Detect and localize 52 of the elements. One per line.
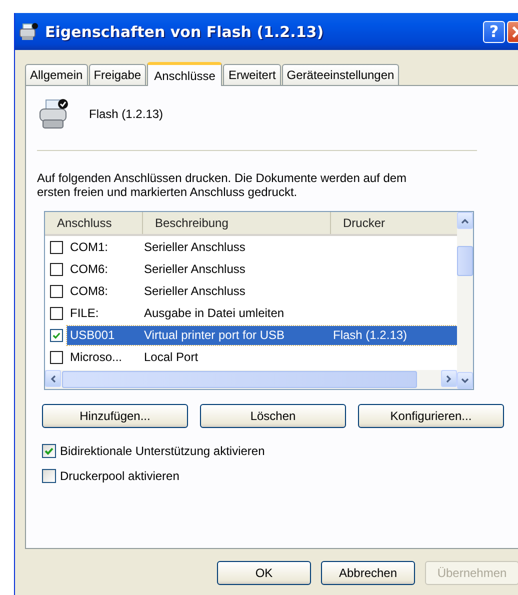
checkbox[interactable] <box>50 306 62 320</box>
checkbox[interactable] <box>50 284 62 298</box>
table-cell-text: COM1: <box>69 240 110 254</box>
tab[interactable]: Anschlüsse <box>147 62 222 86</box>
port-button[interactable]: Löschen <box>200 404 346 428</box>
table-cell-text: USB001 <box>69 328 116 342</box>
checkbox[interactable] <box>42 444 56 458</box>
help-button[interactable]: ? <box>483 20 505 42</box>
tab[interactable]: Allgemein <box>25 64 88 85</box>
table-row[interactable]: COM8: Serieller Anschluss <box>67 282 457 300</box>
table-row[interactable]: COM6: Serieller Anschluss <box>67 260 457 278</box>
printer-name: Flash (1.2.13) <box>89 107 164 121</box>
checkbox[interactable] <box>50 350 62 364</box>
checkbox[interactable] <box>50 240 62 254</box>
scrollbar-thumb[interactable] <box>62 371 417 388</box>
printer-icon <box>19 22 39 40</box>
column-header[interactable]: Anschluss <box>45 212 143 234</box>
tab[interactable]: Geräteeinstellungen <box>282 64 400 85</box>
column-header[interactable]: Beschreibung <box>143 212 331 234</box>
table-cell-text: Serieller Anschluss <box>143 262 246 276</box>
tab[interactable]: Freigabe <box>88 64 146 85</box>
table-row[interactable]: COM1: Serieller Anschluss <box>67 238 457 256</box>
checkbox[interactable] <box>50 328 62 342</box>
table-cell-text: Local Port <box>143 350 200 364</box>
tab[interactable]: Erweitert <box>223 64 281 85</box>
table-row[interactable]: FILE: Ausgabe in Datei umleiten <box>67 304 457 322</box>
description-text: Auf folgenden Anschlüssen drucken. Die Dokumente werden auf dem ersten freien und markierten Anschluss gedruckt. <box>37 171 408 199</box>
dialog-button[interactable]: Abbrechen <box>321 561 415 585</box>
checkbox-label: Bidirektionale Unterstützung aktivieren <box>60 444 265 458</box>
checkbox[interactable] <box>50 262 62 276</box>
column-header[interactable]: Drucker <box>331 212 457 234</box>
table-row[interactable]: USB001 Virtual printer port for USB Flash (1.2.13) <box>67 326 457 344</box>
table-cell-text: FILE: <box>69 306 100 320</box>
checkbox[interactable] <box>42 469 56 483</box>
port-button[interactable]: Konfigurieren... <box>358 404 504 428</box>
table-cell-text: Serieller Anschluss <box>143 240 246 254</box>
table-cell-text: Ausgabe in Datei umleiten <box>143 306 286 320</box>
table-cell-text: COM6: <box>69 262 110 276</box>
table-cell-text: COM8: <box>69 284 110 298</box>
printer-icon <box>37 98 69 130</box>
table-cell-text: Microso... <box>69 350 124 364</box>
table-cell-text: Flash (1.2.13) <box>332 328 408 342</box>
vertical-scrollbar[interactable] <box>457 212 473 389</box>
table-cell-text: Virtual printer port for USB <box>143 328 286 342</box>
dialog-button[interactable]: OK <box>217 561 311 585</box>
window-title: Eigenschaften von Flash (1.2.13) <box>45 22 325 40</box>
port-button[interactable]: Hinzufügen... <box>42 404 188 428</box>
table-cell-text: Serieller Anschluss <box>143 284 246 298</box>
table-row[interactable]: Microso... Local Port <box>67 348 457 366</box>
horizontal-scrollbar[interactable] <box>45 370 457 389</box>
scrollbar-thumb[interactable] <box>457 246 473 276</box>
checkbox-label: Druckerpool aktivieren <box>60 469 180 483</box>
